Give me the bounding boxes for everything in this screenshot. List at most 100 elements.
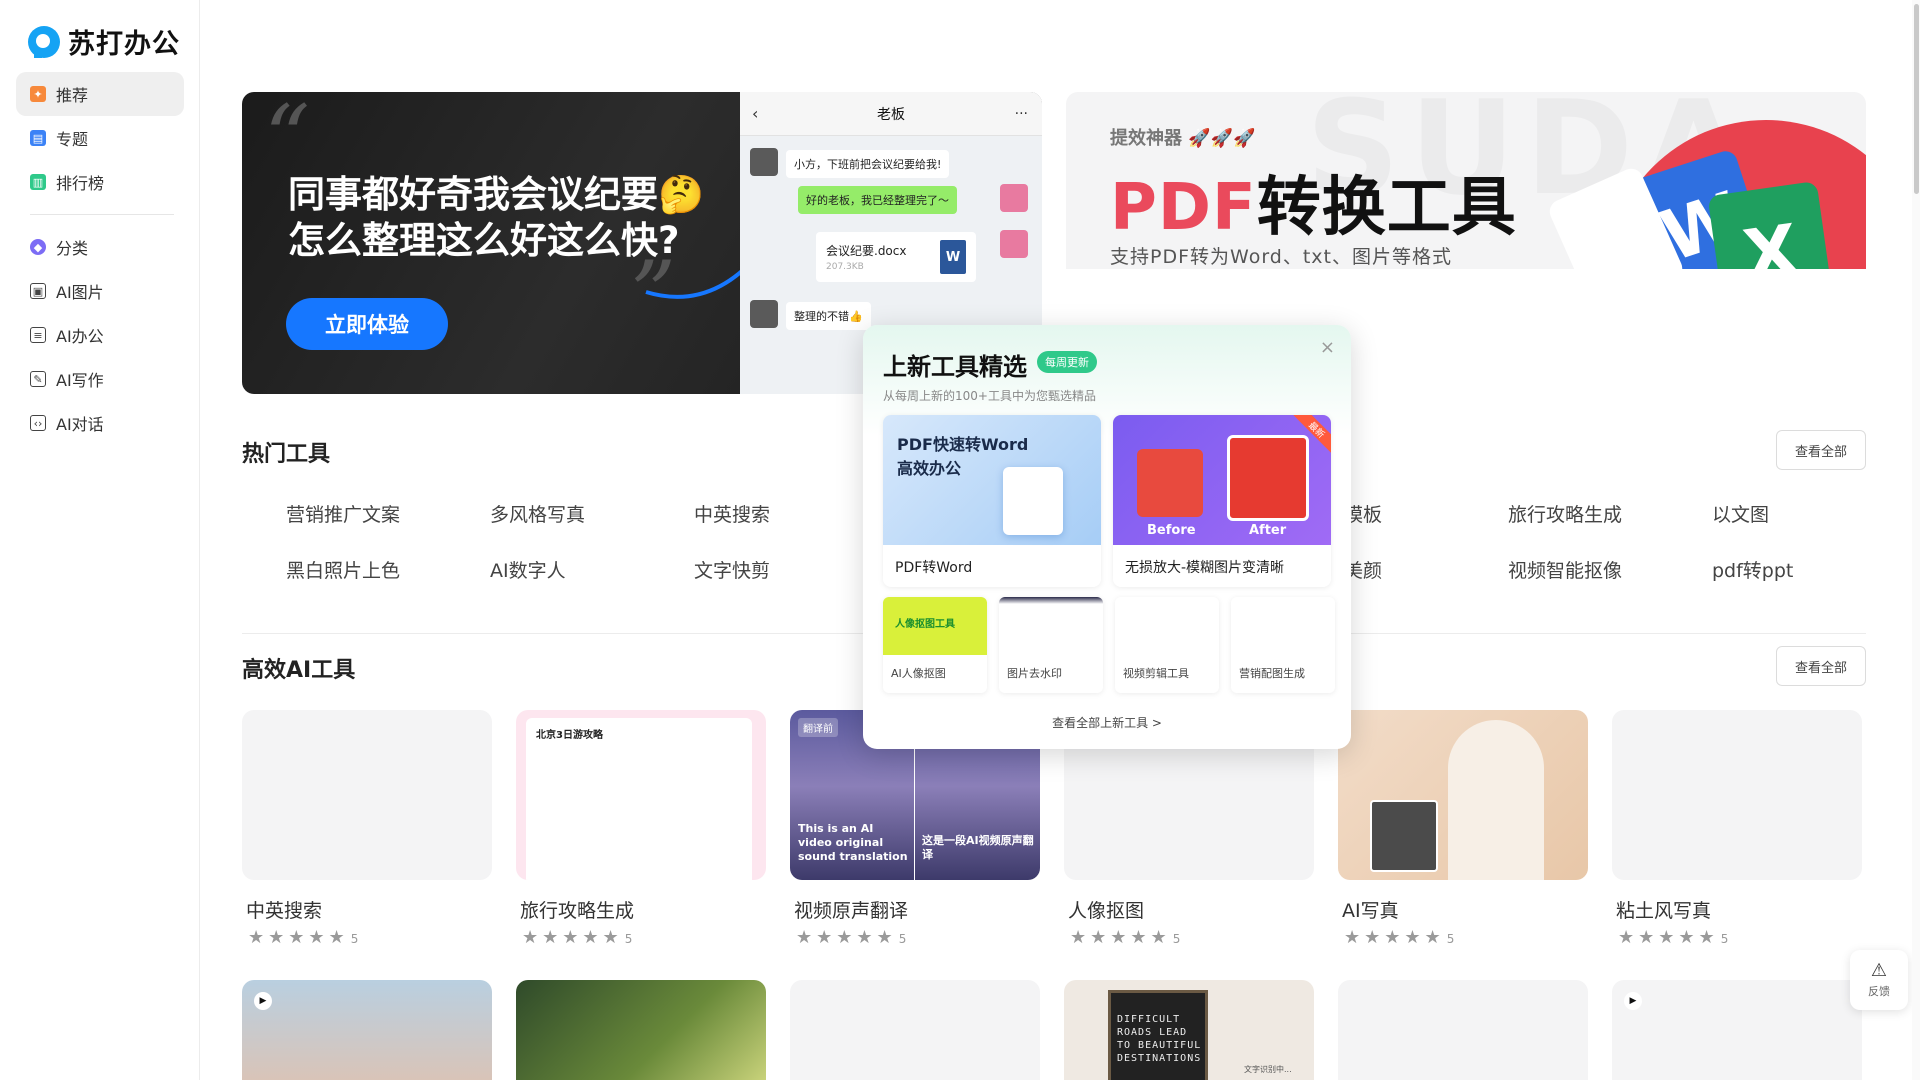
hot-tool-link[interactable]: 多风格写真 bbox=[490, 500, 585, 527]
star-rating: ★★★★★ 5 bbox=[516, 927, 766, 948]
ai-tools-title: 高效AI工具 bbox=[242, 658, 356, 683]
sidebar-item-ai-image[interactable]: ▣ AI图片 bbox=[16, 269, 184, 313]
chalkboard-text: DIFFICULT ROADS LEAD TO BEAUTIFUL DESTIN… bbox=[1117, 1014, 1202, 1064]
headline-rest: 转换工具 bbox=[1256, 171, 1517, 245]
tool-card-title: AI写真 bbox=[1342, 900, 1399, 922]
tool-card-title: 人像抠图 bbox=[1068, 900, 1145, 922]
hot-tool-link[interactable]: 以文图 bbox=[1712, 500, 1769, 527]
ai-tools-view-all-button[interactable]: 查看全部 bbox=[1776, 646, 1866, 686]
tool-card-thumbnail[interactable] bbox=[790, 980, 1040, 1080]
chat-header: ‹ 老板 ··· bbox=[740, 92, 1042, 136]
feedback-icon: ⚠ bbox=[1870, 960, 1888, 981]
star-rating: ★★★★★ 5 bbox=[1338, 927, 1588, 948]
tool-card[interactable]: 北京3日游攻略 旅行攻略生成 ★★★★★ 5 bbox=[516, 710, 766, 948]
mini-tool-card[interactable]: 人像抠图工具 AI人像抠图 bbox=[883, 597, 987, 693]
logo-icon bbox=[28, 25, 60, 58]
hot-tool-link[interactable]: 中英搜索 bbox=[694, 500, 770, 527]
app-root: 苏打办公 ✦ 推荐 ▤ 专题 ▥ 排行榜 ◆ 分类 ▣ AI图片 ≡ AI办公 … bbox=[0, 0, 1920, 1080]
sidebar-item-recommend[interactable]: ✦ 推荐 bbox=[16, 72, 184, 116]
popup-subtitle: 从每周上新的100+工具中为您甄选精品 bbox=[883, 389, 1096, 403]
mini-image-text: 人像抠图工具 bbox=[895, 619, 955, 630]
featured-tool-image: Before After 最新 bbox=[1113, 415, 1331, 545]
stars-icon: ★★★★★ bbox=[1618, 927, 1719, 948]
featured-tool-upscale[interactable]: Before After 最新 无损放大-模糊图片变清晰 bbox=[1113, 415, 1331, 587]
avatar bbox=[1000, 230, 1028, 258]
tool-card-title: 视频原声翻译 bbox=[794, 900, 909, 922]
sidebar-item-ai-chat[interactable]: ‹› AI对话 bbox=[16, 401, 184, 445]
tool-card-thumbnail bbox=[1338, 710, 1588, 880]
logo[interactable]: 苏打办公 bbox=[28, 22, 180, 61]
recommend-icon: ✦ bbox=[30, 86, 46, 102]
scrollbar-thumb[interactable] bbox=[1914, 4, 1919, 194]
back-icon: ‹ bbox=[752, 104, 759, 123]
close-icon[interactable]: × bbox=[1320, 337, 1335, 358]
tool-card-title: 旅行攻略生成 bbox=[520, 900, 635, 922]
tool-card-thumbnail[interactable]: ▶ bbox=[1612, 980, 1862, 1080]
hot-tools-view-all-button[interactable]: 查看全部 bbox=[1776, 430, 1866, 470]
ocr-caption: 文字识别中... bbox=[1244, 1065, 1292, 1074]
sidebar-item-label: 专题 bbox=[56, 130, 89, 149]
tool-card-thumbnail bbox=[242, 710, 492, 880]
file-name: 会议纪要.docx bbox=[826, 244, 907, 258]
banner-headline: PDF转换工具 bbox=[1110, 156, 1517, 248]
tool-card-thumbnail[interactable]: ▶ bbox=[242, 980, 492, 1080]
hot-tool-link[interactable]: 文字快剪 bbox=[694, 556, 770, 583]
chat-title: 老板 bbox=[877, 106, 905, 123]
mini-tool-image bbox=[1231, 597, 1335, 655]
hot-tool-link[interactable]: 营销推广文案 bbox=[286, 500, 400, 527]
hot-tools-title: 热门工具 bbox=[242, 442, 331, 467]
tool-card-thumbnail[interactable] bbox=[516, 980, 766, 1080]
star-rating: ★★★★★ 5 bbox=[242, 927, 492, 948]
tool-card-thumbnail: 北京3日游攻略 bbox=[516, 710, 766, 880]
mini-tool-image bbox=[999, 597, 1103, 655]
hot-tool-link[interactable]: pdf转ppt bbox=[1712, 556, 1793, 583]
tool-card[interactable]: AI写真 ★★★★★ 5 bbox=[1338, 710, 1588, 948]
ai-writing-icon: ✎ bbox=[30, 371, 46, 387]
mini-tool-card[interactable]: 图片去水印 bbox=[999, 597, 1103, 693]
chat-message: 好的老板，我已经整理完了～ bbox=[798, 186, 957, 214]
rating-value: 5 bbox=[1720, 932, 1729, 946]
hot-tool-link[interactable]: AI数字人 bbox=[490, 556, 566, 583]
portrait-inset bbox=[1370, 800, 1438, 872]
feature-image-text: PDF快速转Word bbox=[897, 435, 1029, 454]
sidebar-item-label: AI办公 bbox=[56, 327, 104, 346]
rating-value: 5 bbox=[1172, 932, 1181, 946]
sidebar-item-topic[interactable]: ▤ 专题 bbox=[16, 116, 184, 160]
before-image bbox=[1137, 449, 1203, 517]
tool-card[interactable]: 中英搜索 ★★★★★ 5 bbox=[242, 710, 492, 948]
play-icon: ▶ bbox=[1624, 992, 1642, 1010]
mini-tool-card[interactable]: 营销配图生成 bbox=[1231, 597, 1335, 693]
feedback-button[interactable]: ⚠ 反馈 bbox=[1850, 950, 1908, 1010]
featured-tool-pdf-to-word[interactable]: PDF快速转Word 高效办公 PDF转Word bbox=[883, 415, 1101, 587]
mini-tool-image bbox=[1115, 597, 1219, 655]
mini-tool-label: 视频剪辑工具 bbox=[1123, 667, 1189, 680]
tool-card-thumbnail[interactable] bbox=[1338, 980, 1588, 1080]
headline-pdf: PDF bbox=[1110, 171, 1257, 245]
sidebar-item-ranking[interactable]: ▥ 排行榜 bbox=[16, 160, 184, 204]
file-message: 会议纪要.docx 207.3KB W bbox=[816, 232, 976, 282]
ranking-icon: ▥ bbox=[30, 174, 46, 190]
star-rating: ★★★★★ 5 bbox=[1064, 927, 1314, 948]
hot-tool-link[interactable]: 视频智能抠像 bbox=[1508, 556, 1622, 583]
view-all-new-tools-link[interactable]: 查看全部上新工具 > bbox=[863, 714, 1351, 731]
try-now-button[interactable]: 立即体验 bbox=[286, 298, 448, 350]
hot-tool-link[interactable]: 黑白照片上色 bbox=[286, 556, 400, 583]
mini-tool-card[interactable]: 视频剪辑工具 bbox=[1115, 597, 1219, 693]
rating-value: 5 bbox=[1446, 932, 1455, 946]
avatar bbox=[1000, 184, 1028, 212]
thumb-text: 北京3日游攻略 bbox=[536, 730, 603, 741]
document-icon bbox=[1003, 467, 1063, 535]
play-icon: ▶ bbox=[254, 992, 272, 1010]
banner-pdf-converter[interactable]: SUDA W X 提效神器 🚀🚀🚀 PDF转换工具 支持PDF转为Word、tx… bbox=[1066, 92, 1866, 269]
hot-tool-link[interactable]: 旅行攻略生成 bbox=[1508, 500, 1622, 527]
sidebar-divider bbox=[30, 214, 174, 215]
star-rating: ★★★★★ 5 bbox=[1612, 927, 1862, 948]
sidebar-item-ai-writing[interactable]: ✎ AI写作 bbox=[16, 357, 184, 401]
sidebar-item-category[interactable]: ◆ 分类 bbox=[16, 225, 184, 269]
tool-card-thumbnail[interactable]: DIFFICULT ROADS LEAD TO BEAUTIFUL DESTIN… bbox=[1064, 980, 1314, 1080]
sidebar-item-ai-office[interactable]: ≡ AI办公 bbox=[16, 313, 184, 357]
stars-icon: ★★★★★ bbox=[1344, 927, 1445, 948]
feature-image-text: 高效办公 bbox=[897, 459, 962, 478]
ai-office-icon: ≡ bbox=[30, 327, 46, 343]
tool-card[interactable]: 粘土风写真 ★★★★★ 5 bbox=[1612, 710, 1862, 948]
